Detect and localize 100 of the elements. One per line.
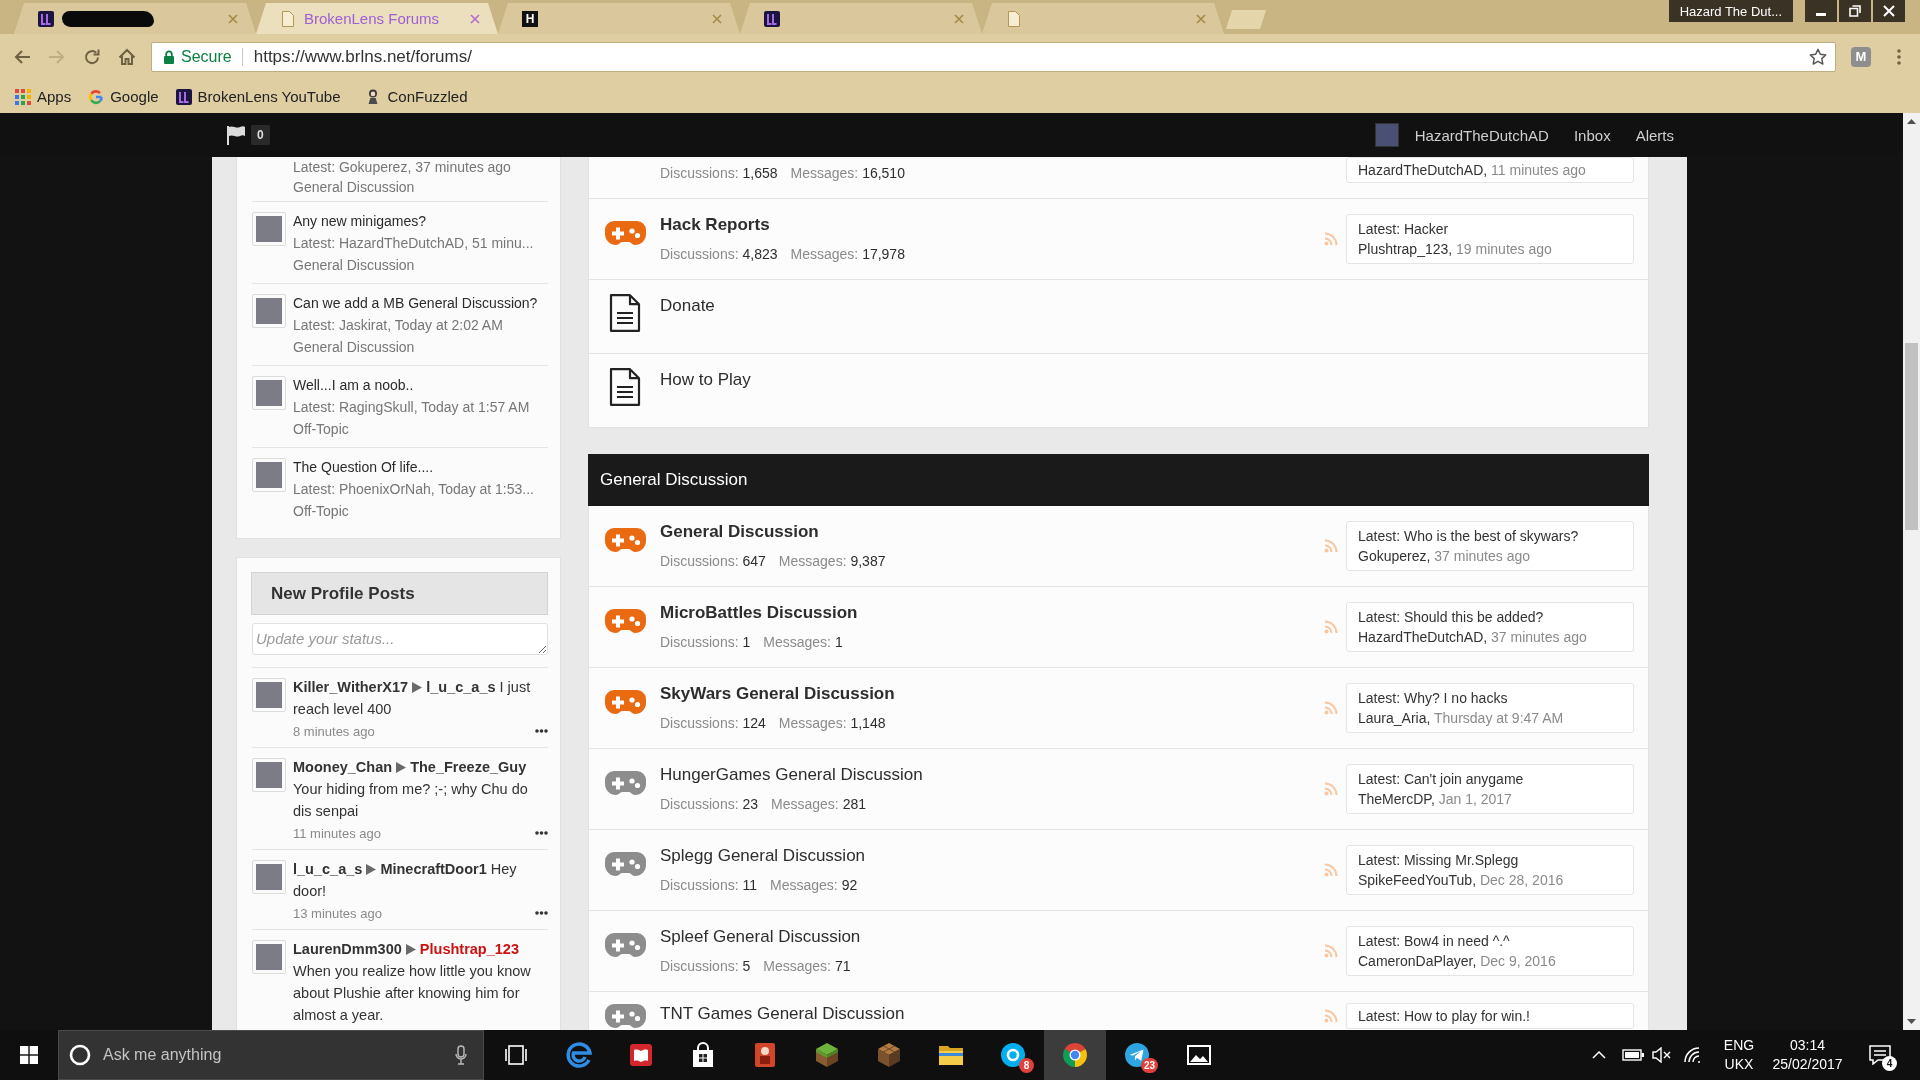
username-link[interactable]: Gokuperez, [1358, 548, 1431, 564]
latest-thread-link[interactable]: Latest: Can't join anygame [1358, 769, 1622, 789]
forum-title-link[interactable]: MicroBattles Discussion [660, 602, 1324, 624]
post-time: 11 minutes ago [1491, 162, 1586, 178]
author-link[interactable]: LaurenDmm300 [293, 941, 402, 957]
close-icon[interactable] [228, 13, 238, 24]
close-icon[interactable] [712, 13, 722, 24]
latest-thread-link[interactable]: Latest: Who is the best of skywars? [1358, 526, 1622, 546]
reload-icon[interactable] [83, 48, 101, 66]
author-link[interactable]: Killer_WitherX17 [293, 679, 409, 695]
profile-button[interactable]: Hazard The Dut... [1668, 0, 1793, 22]
forum-link[interactable]: General Discussion [293, 254, 534, 276]
forum-title-link[interactable]: TNT Games General Discussion [660, 1003, 1324, 1025]
forum-link[interactable]: General Discussion [293, 177, 511, 197]
more-icon[interactable] [535, 831, 548, 835]
forum-title-link[interactable]: Spleef General Discussion [660, 926, 1324, 948]
latest-thread-link[interactable]: Latest: Hacker [1358, 219, 1622, 239]
post-time: 37 minutes ago [1434, 548, 1530, 564]
star-icon[interactable] [1809, 48, 1827, 66]
bookmark-link[interactable]: Apps [15, 88, 72, 105]
address-bar[interactable]: Secure https://www.brlns.net/forums/ [151, 42, 1836, 72]
taskbar-app-button[interactable]: 23 [1106, 1030, 1168, 1080]
forum-link[interactable]: Off-Topic [293, 500, 534, 522]
logo-icon [764, 10, 780, 27]
username-link[interactable]: Plushtrap_123, [1358, 241, 1453, 257]
thread-title-link[interactable]: The Question Of life.... [293, 456, 534, 478]
taskbar-app-button[interactable]: 8 [982, 1030, 1044, 1080]
nav-link[interactable]: Inbox [1573, 126, 1611, 144]
scroll-down-icon[interactable] [1907, 1019, 1916, 1024]
scroll-up-icon[interactable] [1907, 119, 1916, 124]
recipient-link[interactable]: MinecraftDoor1 [380, 861, 487, 877]
forum-title-link[interactable]: Hack Reports [660, 214, 1324, 236]
bookmark-link[interactable]: ConFuzzled [365, 88, 468, 105]
minimize-button[interactable] [1805, 0, 1837, 22]
bookmark-link[interactable]: Google [88, 88, 159, 105]
browser-tab[interactable]: H [498, 3, 740, 34]
username-link[interactable]: HazardTheDutchAD, [1358, 162, 1488, 178]
close-icon[interactable] [1196, 13, 1206, 24]
author-link[interactable]: Mooney_Chan [293, 759, 393, 775]
bookmark-link[interactable]: BrokenLens YouTube [175, 88, 341, 105]
forum-title-link[interactable]: SkyWars General Discussion [660, 683, 1324, 705]
username-link[interactable]: HazardTheDutchAD [1414, 126, 1549, 144]
muted-speaker-icon[interactable] [1652, 1047, 1672, 1063]
username-link[interactable]: SpikeFeedYouTub, [1358, 872, 1477, 888]
home-icon[interactable] [118, 48, 136, 66]
latest-thread-link[interactable]: Latest: Why? I no hacks [1358, 688, 1622, 708]
recipient-link[interactable]: The_Freeze_Guy [410, 759, 527, 775]
recipient-link[interactable]: l_u_c_a_s [426, 679, 496, 695]
thread-title-link[interactable]: Any new minigames? [293, 210, 534, 232]
scrollbar-thumb[interactable] [1905, 343, 1918, 530]
stat-text: Messages: 1,148 [778, 714, 886, 733]
forum-link[interactable]: Donate [660, 294, 715, 318]
close-icon[interactable] [470, 13, 480, 24]
username-link[interactable]: TheMercDP, [1358, 791, 1435, 807]
flag-count: 0 [251, 125, 270, 145]
username-link[interactable]: CameronDaPlayer, [1358, 953, 1477, 969]
thread-title-link[interactable]: Can we add a MB General Discussion? [293, 292, 538, 314]
search-field[interactable]: Ask me anything [58, 1030, 484, 1080]
latest-thread-link[interactable]: Latest: Bow4 in need ^.^ [1358, 931, 1622, 951]
forum-link[interactable]: How to Play [660, 368, 751, 392]
language-indicator[interactable]: ENG UKX [1718, 1036, 1760, 1074]
forum-title-link[interactable]: Splegg General Discussion [660, 845, 1324, 867]
forum-title-link[interactable]: HungerGames General Discussion [660, 764, 1324, 786]
stat-text: Messages: 17,978 [790, 245, 905, 264]
stat-text: Discussions: 124 [660, 714, 766, 733]
circle-app-icon [999, 1041, 1027, 1069]
more-icon[interactable] [535, 729, 548, 733]
clock[interactable]: 03:14 25/02/2017 [1760, 1036, 1855, 1074]
avatar-image[interactable] [1374, 123, 1399, 147]
nav-link[interactable]: Alerts [1635, 126, 1674, 144]
letter-logo: H [522, 10, 538, 27]
logo-icon [88, 88, 105, 105]
caret-up-icon[interactable] [1592, 1051, 1606, 1059]
more-icon[interactable] [535, 911, 548, 915]
restore-button[interactable] [1839, 0, 1871, 22]
taskbar-app-button[interactable] [1044, 1030, 1106, 1080]
forum-link[interactable]: Off-Topic [293, 418, 530, 440]
stat-text: Messages: 92 [770, 876, 858, 895]
battery-icon[interactable] [1622, 1049, 1644, 1061]
category-header[interactable]: General Discussion [588, 454, 1649, 506]
microphone-icon[interactable] [455, 1045, 467, 1065]
recipient-link[interactable]: Plushtrap_123 [419, 941, 519, 957]
circle-icon [69, 1044, 91, 1066]
username-link[interactable]: Laura_Aria, [1358, 710, 1431, 726]
latest-thread-link[interactable]: Latest: Missing Mr.Splegg [1358, 850, 1622, 870]
forum-title-link[interactable]: General Discussion [660, 521, 1324, 543]
status-field[interactable]: Update your status... [252, 623, 548, 655]
scrollbar-track[interactable] [1903, 113, 1920, 1030]
thread-title-link[interactable]: Well...I am a noob.. [293, 374, 530, 396]
forum-link[interactable]: General Discussion [293, 336, 538, 358]
menu-icon[interactable] [1897, 49, 1901, 65]
close-icon[interactable] [954, 13, 964, 24]
flag-icon[interactable] [226, 125, 246, 145]
author-link[interactable]: l_u_c_a_s [293, 861, 363, 877]
notification-icon[interactable] [1869, 1045, 1891, 1065]
latest-thread-link[interactable]: Latest: How to play for win.! [1358, 1007, 1622, 1025]
back-icon[interactable] [13, 48, 31, 66]
username-link[interactable]: HazardTheDutchAD, [1358, 629, 1488, 645]
latest-thread-link[interactable]: Latest: Should this be added? [1358, 607, 1622, 627]
close-button[interactable] [1873, 0, 1905, 22]
